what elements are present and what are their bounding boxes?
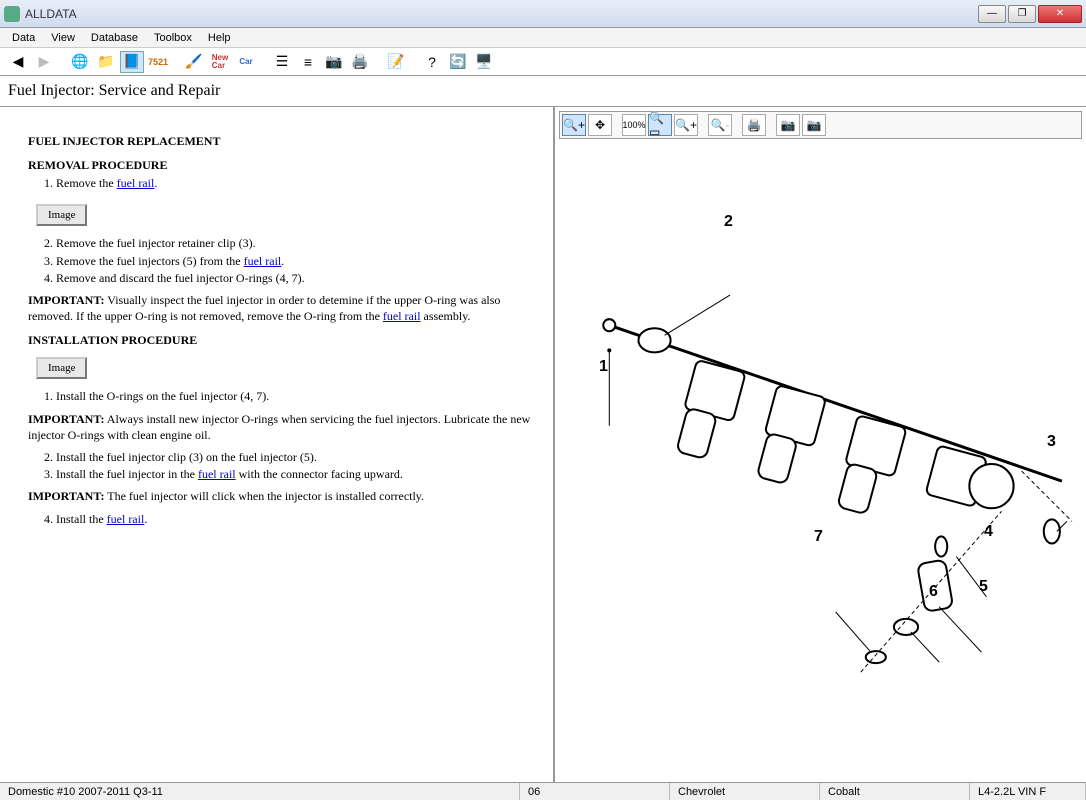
- status-engine: L4-2.2L VIN F: [970, 783, 1086, 800]
- camera-on-icon[interactable]: 📷: [802, 114, 826, 136]
- install-step-3: Install the fuel injector in the fuel ra…: [56, 466, 535, 482]
- removal-step-4: Remove and discard the fuel injector O-r…: [56, 270, 535, 286]
- back-button[interactable]: ◀: [6, 51, 30, 73]
- fuel-rail-link[interactable]: fuel rail: [244, 254, 282, 268]
- note-icon[interactable]: 📝: [384, 51, 408, 73]
- folder-icon[interactable]: 📁: [94, 51, 118, 73]
- zoom-plus-icon[interactable]: 🔍+: [674, 114, 698, 136]
- print-icon[interactable]: 🖨️: [348, 51, 372, 73]
- fuel-rail-link[interactable]: fuel rail: [383, 309, 421, 323]
- article-heading: FUEL INJECTOR REPLACEMENT: [28, 133, 535, 149]
- image-button[interactable]: Image: [36, 204, 87, 227]
- article-panel: FUEL INJECTOR REPLACEMENT REMOVAL PROCED…: [0, 107, 555, 783]
- diagram-label-1: 1: [599, 358, 608, 376]
- camera-icon[interactable]: 📷: [322, 51, 346, 73]
- refresh-icon[interactable]: 🔄: [446, 51, 470, 73]
- diagram-label-3: 3: [1047, 433, 1056, 451]
- zoom-fit-icon[interactable]: 🔍▭: [648, 114, 672, 136]
- forward-button[interactable]: ▶: [32, 51, 56, 73]
- fuel-rail-link[interactable]: fuel rail: [107, 512, 145, 526]
- main-toolbar: ◀ ▶ 🌐 📁 📘 7521 🖌️ NewCar Car ☰ ≡ 📷 🖨️ 📝 …: [0, 48, 1086, 76]
- status-source: Domestic #10 2007-2011 Q3-11: [0, 783, 520, 800]
- zoom-in-icon[interactable]: 🔍+: [562, 114, 586, 136]
- close-button[interactable]: ✕: [1038, 5, 1082, 23]
- camera-off-icon[interactable]: 📷: [776, 114, 800, 136]
- install-step-2: Install the fuel injector clip (3) on th…: [56, 449, 535, 465]
- menubar: Data View Database Toolbox Help: [0, 28, 1086, 48]
- diagram-label-7: 7: [814, 528, 823, 546]
- badge-icon[interactable]: 7521: [146, 51, 170, 73]
- installation-heading: INSTALLATION PROCEDURE: [28, 332, 535, 348]
- list-icon[interactable]: ☰: [270, 51, 294, 73]
- menu-view[interactable]: View: [43, 30, 83, 46]
- install-step-4: Install the fuel rail.: [56, 511, 535, 527]
- window-titlebar: ALLDATA — ❐ ✕: [0, 0, 1086, 28]
- zoom-100-icon[interactable]: 100%: [622, 114, 646, 136]
- diagram-label-6: 6: [929, 583, 938, 601]
- fuel-rail-link[interactable]: fuel rail: [117, 176, 155, 190]
- app-icon: [4, 6, 20, 22]
- removal-heading: REMOVAL PROCEDURE: [28, 157, 535, 173]
- image-panel: 🔍+ ✥ 100% 🔍▭ 🔍+ 🔍- 🖨️ 📷 📷: [555, 107, 1086, 783]
- window-title: ALLDATA: [25, 7, 77, 21]
- removal-step-1: Remove the fuel rail.: [56, 175, 535, 191]
- menu-help[interactable]: Help: [200, 30, 239, 46]
- removal-step-2: Remove the fuel injector retainer clip (…: [56, 235, 535, 251]
- diagram-label-4: 4: [984, 523, 993, 541]
- page-title: Fuel Injector: Service and Repair: [0, 76, 1086, 107]
- minimize-button[interactable]: —: [978, 5, 1006, 23]
- removal-step-3: Remove the fuel injectors (5) from the f…: [56, 253, 535, 269]
- fuel-rail-link[interactable]: fuel rail: [198, 467, 236, 481]
- important-note-2: IMPORTANT: Always install new injector O…: [28, 411, 535, 443]
- print-image-icon[interactable]: 🖨️: [742, 114, 766, 136]
- maximize-button[interactable]: ❐: [1008, 5, 1036, 23]
- info-icon[interactable]: 📘: [120, 51, 144, 73]
- image-button[interactable]: Image: [36, 357, 87, 380]
- zoom-out-icon[interactable]: 🔍-: [708, 114, 732, 136]
- diagram-view[interactable]: 2 1 3 4 5 6 7: [559, 143, 1082, 779]
- help-icon[interactable]: ?: [420, 51, 444, 73]
- image-toolbar: 🔍+ ✥ 100% 🔍▭ 🔍+ 🔍- 🖨️ 📷 📷: [559, 111, 1082, 139]
- status-model: Cobalt: [820, 783, 970, 800]
- install-step-1: Install the O-rings on the fuel injector…: [56, 388, 535, 404]
- list2-icon[interactable]: ≡: [296, 51, 320, 73]
- diagram-label-5: 5: [979, 578, 988, 596]
- paint-icon[interactable]: 🖌️: [182, 51, 206, 73]
- menu-toolbox[interactable]: Toolbox: [146, 30, 200, 46]
- car-icon[interactable]: Car: [234, 51, 258, 73]
- globe-icon[interactable]: 🌐: [68, 51, 92, 73]
- new-car-icon[interactable]: NewCar: [208, 51, 232, 73]
- move-icon[interactable]: ✥: [588, 114, 612, 136]
- status-make: Chevrolet: [670, 783, 820, 800]
- status-bar: Domestic #10 2007-2011 Q3-11 06 Chevrole…: [0, 782, 1086, 800]
- important-note-3: IMPORTANT: The fuel injector will click …: [28, 488, 535, 504]
- status-year: 06: [520, 783, 670, 800]
- menu-database[interactable]: Database: [83, 30, 146, 46]
- menu-data[interactable]: Data: [4, 30, 43, 46]
- display-icon[interactable]: 🖥️: [472, 51, 496, 73]
- diagram-label-2: 2: [724, 213, 733, 231]
- important-note-1: IMPORTANT: Visually inspect the fuel inj…: [28, 292, 535, 324]
